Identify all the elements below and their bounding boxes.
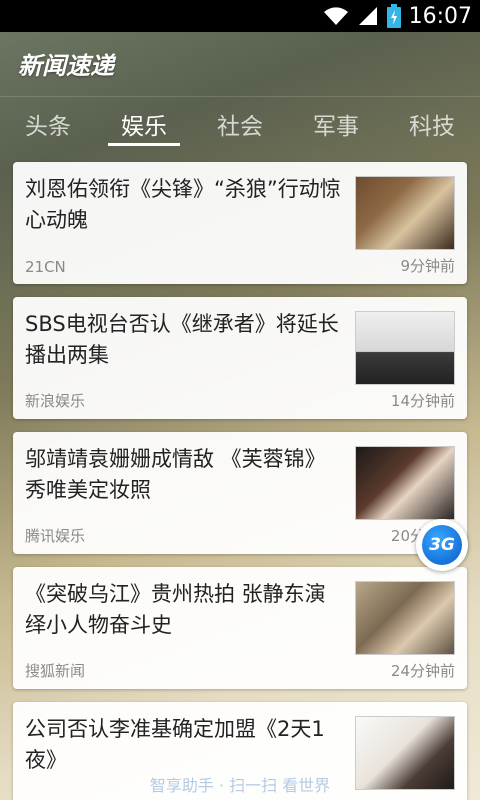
status-bar: 16:07 [0,0,480,32]
news-card[interactable]: 邬靖靖袁姗姗成情敌 《芙蓉锦》秀唯美定妆照 腾讯娱乐 20分钟前 [13,432,467,554]
news-time: 14分钟前 [390,392,455,410]
news-source: 腾讯娱乐 [25,527,86,545]
tab-headlines[interactable]: 头条 [0,97,96,150]
news-time: 24分钟前 [390,662,455,680]
news-thumbnail [355,581,455,655]
network-3g-button[interactable]: 3G [416,519,468,571]
news-title: SBS电视台否认《继承者》将延长播出两集 [25,312,339,367]
news-title: 刘恩佑领衔《尖锋》“杀狼”行动惊心动魄 [25,177,341,232]
news-thumbnail [355,176,455,250]
status-time: 16:07 [408,3,472,29]
news-thumbnail [355,446,455,520]
tab-entertainment[interactable]: 娱乐 [96,97,192,150]
news-card[interactable]: SBS电视台否认《继承者》将延长播出两集 新浪娱乐 14分钟前 [13,297,467,419]
tab-technology[interactable]: 科技 [384,97,480,150]
news-time: 9分钟前 [400,257,455,275]
signal-icon [357,5,379,27]
news-list: 刘恩佑领衔《尖锋》“杀狼”行动惊心动魄 21CN 9分钟前 SBS电视台否认《继… [13,162,467,800]
news-thumbnail [355,716,455,790]
news-card[interactable]: 刘恩佑领衔《尖锋》“杀狼”行动惊心动魄 21CN 9分钟前 [13,162,467,284]
wifi-icon [323,5,349,27]
news-source: 新浪娱乐 [25,392,86,410]
app-title: 新闻速递 [18,51,114,80]
app-bar: 新闻速递 [0,32,480,94]
news-source: 21CN [25,258,66,276]
network-3g-label: 3G [422,525,462,565]
battery-icon [386,4,401,28]
news-title: 《突破乌江》贵州热拍 张静东演绎小人物奋斗史 [25,582,326,637]
news-source: 搜狐新闻 [25,662,86,680]
tab-military[interactable]: 军事 [288,97,384,150]
news-card[interactable]: 《突破乌江》贵州热拍 张静东演绎小人物奋斗史 搜狐新闻 24分钟前 [13,567,467,689]
category-tabs: 头条 娱乐 社会 军事 科技 [0,96,480,150]
watermark-text: 智享助手 · 扫一扫 看世界 [149,776,331,795]
news-title: 公司否认李准基确定加盟《2天1夜》 [25,717,325,772]
news-title: 邬靖靖袁姗姗成情敌 《芙蓉锦》秀唯美定妆照 [25,447,326,502]
tab-society[interactable]: 社会 [192,97,288,150]
news-thumbnail [355,311,455,385]
